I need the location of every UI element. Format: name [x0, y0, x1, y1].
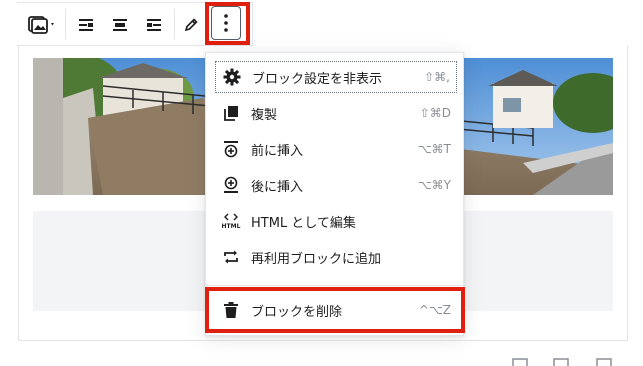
insert-before-icon — [221, 139, 241, 159]
bottom-toolbar-icon[interactable] — [553, 357, 569, 366]
align-left-button[interactable] — [69, 8, 103, 42]
toolbar-separator — [65, 9, 66, 39]
bottom-toolbar-icon[interactable] — [512, 357, 528, 366]
svg-text:HTML: HTML — [222, 223, 241, 230]
html-icon: HTML — [221, 211, 241, 231]
menu-item-label: 後に挿入 — [251, 179, 304, 195]
toolbar-group-type — [21, 3, 63, 46]
menu-item-shortcut: ⇧⌘, — [424, 70, 450, 84]
toolbar-group-edit — [174, 3, 208, 46]
align-right-icon — [147, 18, 161, 31]
menu-item-label: ブロック設定を非表示 — [252, 71, 383, 87]
menu-item-label: HTML として編集 — [251, 215, 356, 231]
highlight-more-options — [205, 2, 250, 45]
menu-item-shortcut: ⌥⌘Y — [417, 178, 451, 192]
insert-after-icon — [221, 175, 241, 195]
align-center-icon — [113, 18, 127, 31]
menu-item-edit-as-html[interactable]: HTML HTML として編集 — [215, 205, 457, 237]
highlight-remove-block — [205, 287, 465, 333]
menu-item-label: 再利用ブロックに追加 — [251, 251, 382, 267]
menu-item-add-to-reusable[interactable]: 再利用ブロックに追加 — [215, 241, 457, 273]
menu-item-shortcut: ⌥⌘T — [417, 142, 451, 156]
menu-item-insert-after[interactable]: 後に挿入 ⌥⌘Y — [215, 169, 457, 201]
menu-item-label: 複製 — [251, 107, 278, 123]
align-left-icon — [79, 18, 93, 31]
align-center-button[interactable] — [103, 8, 137, 42]
menu-item-insert-before[interactable]: 前に挿入 ⌥⌘T — [215, 133, 457, 165]
menu-item-label: 前に挿入 — [251, 143, 304, 159]
toolbar-group-align — [69, 3, 171, 46]
edit-button[interactable] — [174, 8, 208, 42]
menu-item-duplicate[interactable]: 複製 ⇧⌘D — [215, 97, 457, 129]
pencil-icon — [184, 17, 198, 31]
menu-item-hide-block-settings[interactable]: ブロック設定を非表示 ⇧⌘, — [215, 61, 457, 93]
menu-divider — [206, 285, 463, 286]
duplicate-icon — [221, 103, 241, 123]
menu-item-shortcut: ⇧⌘D — [419, 106, 451, 120]
align-right-button[interactable] — [137, 8, 171, 42]
gear-icon — [222, 67, 242, 87]
reusable-block-icon — [221, 247, 241, 267]
image-icon — [28, 15, 54, 34]
change-image-type-button[interactable] — [21, 8, 63, 42]
bottom-toolbar-icon[interactable] — [596, 357, 612, 366]
